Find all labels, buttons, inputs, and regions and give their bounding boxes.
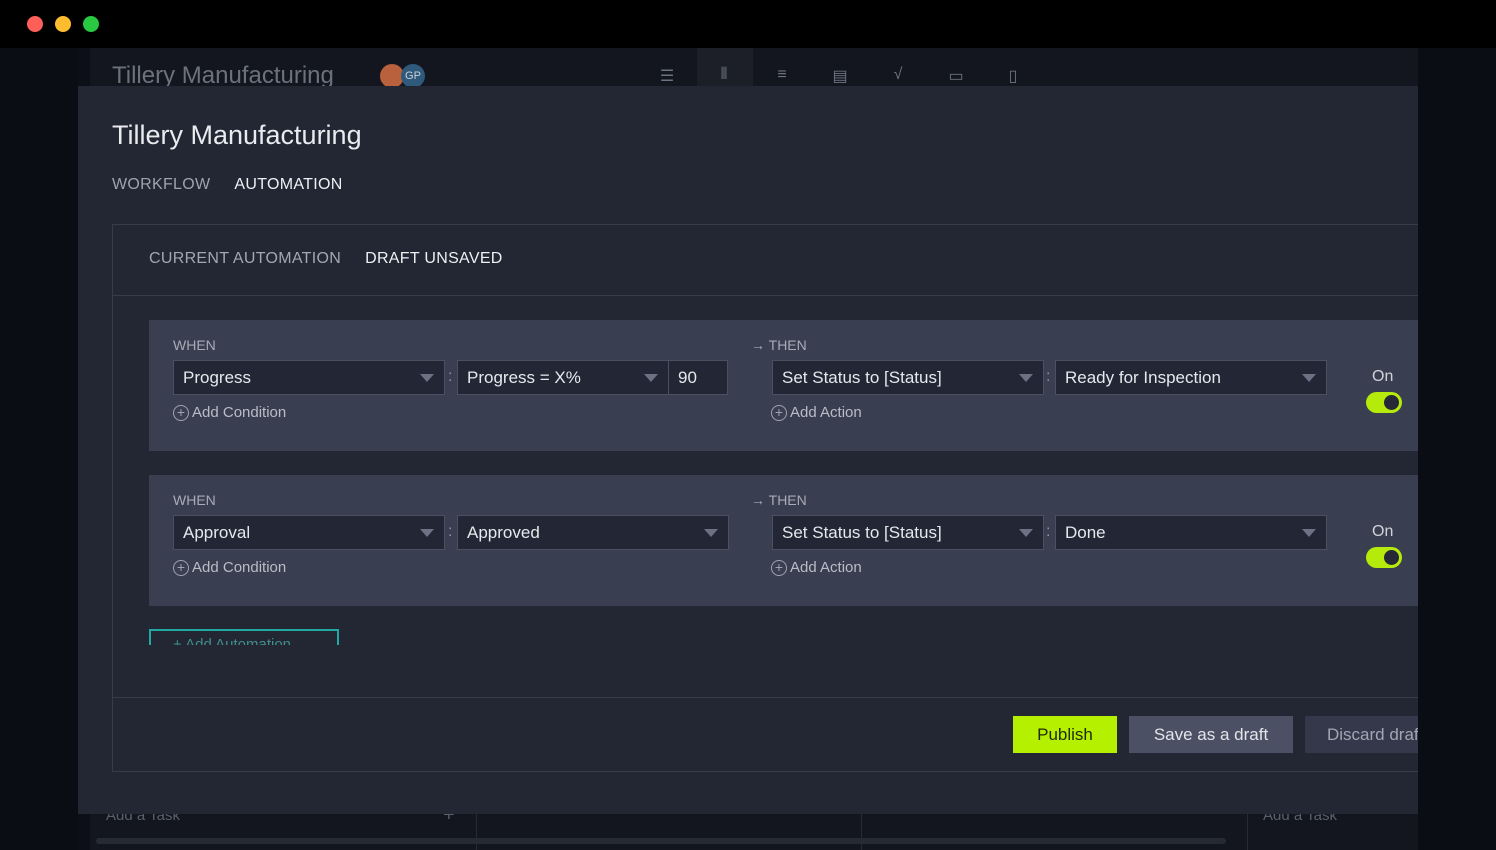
divider <box>113 697 1431 698</box>
column-divider <box>1247 810 1248 850</box>
minimize-window-button[interactable] <box>55 16 71 32</box>
toggle-knob <box>1384 550 1399 565</box>
chevron-down-icon <box>1302 529 1316 537</box>
column-divider <box>476 810 477 850</box>
add-action-button[interactable]: + Add Action <box>771 404 862 421</box>
action-select[interactable]: Set Status to [Status] <box>772 360 1044 395</box>
status-select[interactable]: Done <box>1055 515 1327 550</box>
status-select[interactable]: Ready for Inspection <box>1055 360 1327 395</box>
sheet-icon[interactable]: ▤ <box>830 66 850 86</box>
subtab-current-automation[interactable]: CURRENT AUTOMATION <box>149 250 341 268</box>
publish-button[interactable]: Publish <box>1013 716 1117 753</box>
dashboard-icon[interactable]: √ <box>888 66 908 84</box>
separator-colon: : <box>448 523 453 540</box>
chevron-down-icon <box>420 374 434 382</box>
add-condition-label: Add Condition <box>192 559 287 576</box>
condition-value: Approved <box>467 523 540 542</box>
status-value: Done <box>1065 523 1106 542</box>
calendar-icon[interactable]: ▭ <box>946 66 966 86</box>
divider <box>113 295 1431 296</box>
automation-rule: WHEN Approval : Approved + Add Condition… <box>149 475 1439 606</box>
chevron-down-icon <box>1019 374 1033 382</box>
condition-select[interactable]: Progress = X% <box>457 360 669 395</box>
status-value: Ready for Inspection <box>1065 368 1221 387</box>
chevron-down-icon <box>1302 374 1316 382</box>
add-automation-label: + Add Automation <box>173 636 292 645</box>
app-right-edge <box>1418 48 1496 850</box>
plus-circle-icon: + <box>173 559 189 576</box>
progress-value-input[interactable]: 90 <box>668 360 728 395</box>
add-condition-label: Add Condition <box>192 404 287 421</box>
chevron-down-icon <box>1019 529 1033 537</box>
trigger-value: Approval <box>183 523 251 542</box>
rule-enabled-toggle[interactable] <box>1366 547 1402 568</box>
subtab-draft-unsaved[interactable]: DRAFT UNSAVED <box>365 250 503 268</box>
tab-workflow[interactable]: WORKFLOW <box>112 176 210 194</box>
app-sidebar <box>0 48 78 850</box>
when-label: WHEN <box>173 337 216 353</box>
plus-circle-icon: + <box>771 404 787 421</box>
rule-enabled-toggle[interactable] <box>1366 392 1402 413</box>
automation-subtabs: CURRENT AUTOMATION DRAFT UNSAVED <box>149 250 503 268</box>
gantt-icon[interactable]: ≡ <box>772 66 792 84</box>
toggle-label: On <box>1372 368 1394 385</box>
action-value: Set Status to [Status] <box>782 368 942 387</box>
maximize-window-button[interactable] <box>83 16 99 32</box>
action-select[interactable]: Set Status to [Status] <box>772 515 1044 550</box>
add-action-label: Add Action <box>790 404 862 421</box>
trigger-value: Progress <box>183 368 252 387</box>
horizontal-scrollbar[interactable] <box>96 838 1226 844</box>
trigger-select[interactable]: Approval <box>173 515 445 550</box>
add-condition-button[interactable]: + Add Condition <box>173 404 286 421</box>
add-action-label: Add Action <box>790 559 862 576</box>
automation-panel: CURRENT AUTOMATION DRAFT UNSAVED WHEN Pr… <box>112 224 1445 772</box>
modal-tabs: WORKFLOW AUTOMATION <box>112 176 343 194</box>
add-action-button[interactable]: + Add Action <box>771 559 862 576</box>
chevron-down-icon <box>704 529 718 537</box>
toggle-knob <box>1384 395 1399 410</box>
plus-circle-icon: + <box>173 404 189 421</box>
close-window-button[interactable] <box>27 16 43 32</box>
automation-rule: WHEN Progress : Progress = X% 90 + Add C… <box>149 320 1439 451</box>
condition-select[interactable]: Approved <box>457 515 729 550</box>
condition-value: Progress = X% <box>467 368 581 387</box>
when-label: WHEN <box>173 492 216 508</box>
separator-colon: : <box>1046 523 1051 540</box>
then-label: → THEN <box>751 337 807 353</box>
column-divider <box>861 810 862 850</box>
chevron-down-icon <box>420 529 434 537</box>
automation-modal: Tillery Manufacturing WORKFLOW AUTOMATIO… <box>78 86 1445 814</box>
save-draft-button[interactable]: Save as a draft <box>1129 716 1293 753</box>
window-titlebar <box>0 0 1496 48</box>
plus-circle-icon: + <box>771 559 787 576</box>
separator-colon: : <box>1046 368 1051 385</box>
tab-automation[interactable]: AUTOMATION <box>234 176 342 194</box>
modal-title: Tillery Manufacturing <box>112 120 362 150</box>
separator-colon: : <box>448 368 453 385</box>
trigger-select[interactable]: Progress <box>173 360 445 395</box>
avatar-initials[interactable]: GP <box>401 64 425 88</box>
then-label: → THEN <box>751 492 807 508</box>
toggle-label: On <box>1372 523 1394 540</box>
chevron-down-icon <box>644 374 658 382</box>
add-condition-button[interactable]: + Add Condition <box>173 559 286 576</box>
action-value: Set Status to [Status] <box>782 523 942 542</box>
board-icon[interactable]: ⫴ <box>714 66 734 84</box>
list-icon[interactable]: ☰ <box>657 66 677 86</box>
files-icon[interactable]: ▯ <box>1003 66 1023 86</box>
add-automation-button[interactable]: + Add Automation <box>149 629 339 645</box>
